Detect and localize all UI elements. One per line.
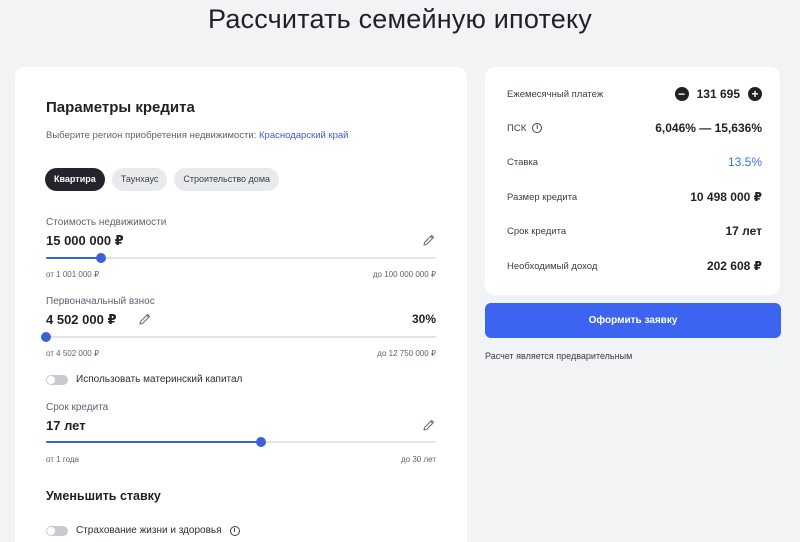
down-payment-field: Первоначальный взнос 4 502 000 ₽ 30% от … [41, 296, 436, 360]
maternity-capital-label: Использовать материнский капитал [76, 374, 243, 385]
psk-row: ПСК i 6,046% — 15,636% [507, 118, 762, 138]
reduce-rate-title: Уменьшить ставку [46, 489, 161, 503]
term-slider-thumb[interactable] [256, 437, 267, 447]
required-income-label: Необходимый доход [507, 260, 598, 272]
down-payment-percent: 30% [411, 312, 436, 326]
insurance-toggle[interactable] [46, 525, 68, 536]
term-slider-fill [46, 441, 262, 443]
tab-townhouse[interactable]: Таунхаус [111, 168, 168, 191]
price-slider-thumb[interactable] [95, 253, 106, 263]
price-field: Стоимость недвижимости 15 000 000 ₽ от 1… [46, 217, 436, 281]
price-slider[interactable] [46, 253, 436, 263]
down-payment-slider-thumb[interactable] [41, 332, 51, 342]
price-label: Стоимость недвижимости [46, 217, 167, 228]
monthly-payment-row: Ежемесячный платеж − 131 695 + [507, 84, 762, 104]
loan-term-row: Срок кредита 17 лет [507, 221, 762, 241]
monthly-payment-label: Ежемесячный платеж [507, 88, 604, 100]
loan-amount-label: Размер кредита [507, 191, 578, 203]
submit-application-button[interactable]: Оформить заявку [485, 303, 781, 338]
tab-apartment[interactable]: Квартира [45, 168, 105, 191]
price-max: до 100 000 000 ₽ [372, 270, 436, 279]
pencil-icon[interactable] [422, 233, 436, 247]
required-income-row: Необходимый доход 202 608 ₽ [507, 256, 762, 276]
term-value[interactable]: 17 лет [46, 418, 86, 433]
loan-amount-value: 10 498 000 ₽ [690, 190, 762, 204]
loan-term-label: Срок кредита [507, 225, 567, 237]
plus-icon[interactable]: + [748, 87, 762, 101]
info-icon[interactable]: i [532, 123, 543, 133]
region-link[interactable]: Краснодарский край [259, 130, 348, 141]
rate-label: Ставка [507, 156, 539, 168]
params-title: Параметры кредита [46, 99, 195, 116]
rate-row: Ставка 13.5% [507, 152, 762, 172]
region-prompt: Выберите регион приобретения недвижимост… [46, 130, 257, 141]
maternity-capital-toggle[interactable] [46, 374, 68, 385]
page-title: Рассчитать семейную ипотеку [208, 4, 592, 34]
psk-value: 6,046% — 15,636% [655, 121, 762, 135]
required-income-value: 202 608 ₽ [706, 259, 762, 273]
psk-label-wrap: ПСК i [507, 122, 543, 134]
down-payment-label: Первоначальный взнос [46, 296, 155, 307]
tab-house-construction[interactable]: Строительство дома [174, 168, 280, 191]
down-payment-min: от 4 502 000 ₽ [46, 349, 100, 358]
down-payment-slider[interactable] [41, 332, 436, 342]
insurance-row: Страхование жизни и здоровья i [46, 525, 240, 536]
price-value[interactable]: 15 000 000 ₽ [46, 233, 124, 249]
term-field: Срок кредита 17 лет от 1 года до 30 лет [46, 402, 436, 466]
pencil-icon[interactable] [422, 418, 436, 432]
info-icon[interactable]: i [229, 525, 240, 536]
term-min: от 1 года [46, 455, 79, 464]
disclaimer: Расчет является предварительным [485, 351, 633, 361]
summary-card: Ежемесячный платеж − 131 695 + ПСК i 6,0… [485, 67, 780, 295]
monthly-payment-value: 131 695 [696, 87, 740, 101]
insurance-label: Страхование жизни и здоровья [76, 525, 222, 536]
rate-value: 13.5% [727, 155, 762, 169]
monthly-payment-stepper: − 131 695 + [674, 87, 762, 101]
term-label: Срок кредита [46, 402, 109, 413]
term-max: до 30 лет [401, 455, 436, 464]
property-type-tabs: Квартира Таунхаус Строительство дома [45, 168, 280, 191]
term-slider[interactable] [46, 437, 436, 447]
pencil-icon[interactable] [138, 312, 152, 326]
credit-params-card: Параметры кредита Выберите регион приобр… [15, 67, 467, 542]
minus-icon[interactable]: − [674, 87, 689, 101]
psk-label: ПСК [507, 122, 527, 134]
down-payment-max: до 12 750 000 ₽ [377, 349, 436, 358]
down-payment-value[interactable]: 4 502 000 ₽ [46, 312, 117, 328]
price-slider-fill [46, 257, 101, 259]
price-min: от 1 001 000 ₽ [46, 270, 100, 279]
region-line: Выберите регион приобретения недвижимост… [46, 130, 349, 141]
maternity-capital-row: Использовать материнский капитал [46, 374, 242, 385]
loan-amount-row: Размер кредита 10 498 000 ₽ [507, 187, 762, 207]
loan-term-value: 17 лет [725, 224, 762, 238]
